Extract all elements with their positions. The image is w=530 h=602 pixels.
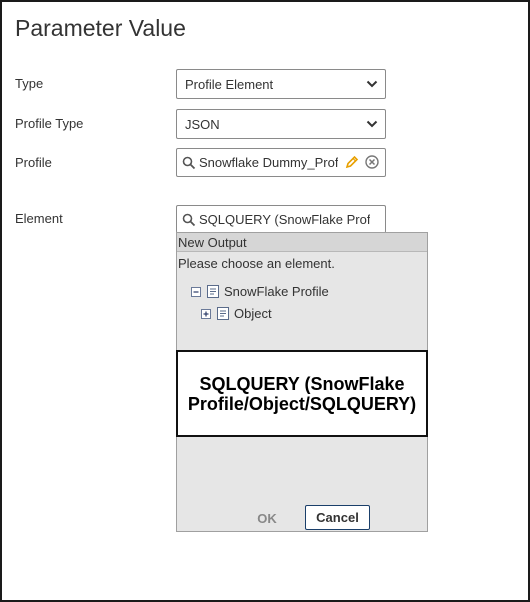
document-icon [217, 307, 229, 320]
chevron-down-icon [366, 80, 378, 88]
clear-circle-icon[interactable] [365, 155, 379, 169]
type-select[interactable]: Profile Element [176, 69, 386, 99]
ok-button[interactable]: OK [248, 507, 286, 529]
profile-type-label: Profile Type [15, 116, 84, 131]
popup-header: New Output [177, 233, 427, 252]
minus-box-icon[interactable] [191, 286, 201, 297]
tree-node-snowflake-profile[interactable]: SnowFlake Profile [191, 284, 329, 299]
parameter-value-dialog: Parameter Value Type Profile Element Pro… [0, 0, 530, 602]
type-select-value: Profile Element [185, 76, 274, 92]
profile-type-select-value: JSON [185, 116, 220, 132]
element-path-tooltip: SQLQUERY (SnowFlake Profile/Object/SQLQU… [176, 350, 428, 437]
element-label: Element [15, 211, 63, 226]
element-field[interactable]: SQLQUERY (SnowFlake Prof [176, 205, 386, 233]
cancel-button[interactable]: Cancel [305, 505, 370, 530]
tree-node-label: Object [234, 306, 272, 321]
tooltip-line: Profile/Object/SQLQUERY) [187, 393, 417, 414]
document-icon [207, 285, 219, 298]
type-label: Type [15, 76, 44, 91]
plus-box-icon[interactable] [201, 308, 211, 319]
element-field-value: SQLQUERY (SnowFlake Prof [199, 212, 371, 227]
profile-field[interactable]: Snowflake Dummy_Prof [176, 148, 386, 177]
chevron-down-icon [366, 120, 378, 128]
search-icon [182, 156, 196, 169]
tooltip-line: SQLQUERY (SnowFlake [199, 373, 405, 394]
profile-label: Profile [15, 155, 52, 170]
profile-type-select[interactable]: JSON [176, 109, 386, 139]
pencil-icon[interactable] [345, 155, 359, 169]
profile-field-value: Snowflake Dummy_Prof [199, 155, 339, 170]
popup-hint: Please choose an element. [178, 256, 335, 271]
tree-node-object[interactable]: Object [201, 306, 272, 321]
dialog-title: Parameter Value [15, 15, 186, 41]
tree-node-label: SnowFlake Profile [224, 284, 329, 299]
search-icon [182, 213, 196, 226]
